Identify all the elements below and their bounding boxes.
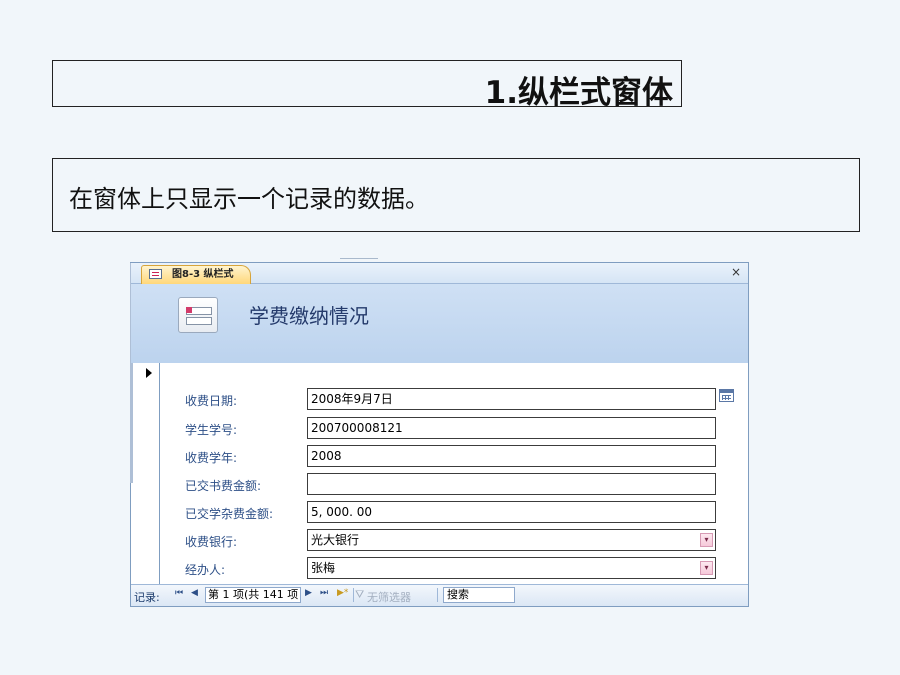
form-header: 学费缴纳情况	[131, 284, 748, 363]
slide-description-box: 在窗体上只显示一个记录的数据。	[52, 158, 860, 232]
payment-date-field[interactable]: 2008年9月7日	[307, 388, 716, 410]
student-id-field[interactable]: 200700008121	[307, 417, 716, 439]
next-record-icon[interactable]: ▶	[305, 588, 312, 598]
form-icon	[178, 297, 218, 333]
field-label: 收费学年:	[185, 451, 238, 465]
form-tab-icon	[149, 269, 162, 279]
form-tab-label: 图8-3 纵栏式	[172, 269, 234, 280]
field-label: 已交书费金额:	[185, 479, 262, 493]
field-label: 收费银行:	[185, 535, 238, 549]
field-label: 收费日期:	[185, 394, 238, 408]
record-navigation-bar: 记录: ⏮ ◀ 第 1 项(共 141 项 ▶ ⏭ ▶* ⛛ 无筛选器 搜索	[131, 584, 748, 606]
filter-icon[interactable]: ⛛	[355, 588, 364, 602]
record-selector-icon	[146, 368, 152, 378]
handler-value: 张梅	[311, 561, 336, 575]
slide-description: 在窗体上只显示一个记录的数据。	[69, 185, 429, 213]
tuition-fee-field[interactable]: 5, 000. 00	[307, 501, 716, 523]
search-input[interactable]: 搜索	[443, 587, 515, 603]
close-icon[interactable]: ×	[731, 265, 741, 279]
chevron-down-icon[interactable]: ▾	[700, 561, 713, 575]
chevron-down-icon[interactable]: ▾	[700, 533, 713, 547]
field-label: 已交学杂费金额:	[185, 507, 274, 521]
nav-divider	[353, 588, 354, 602]
bank-value: 光大银行	[311, 533, 360, 547]
decorative-line	[340, 258, 378, 259]
first-record-icon[interactable]: ⏮	[175, 588, 183, 598]
new-record-icon[interactable]: ▶*	[337, 588, 348, 598]
calendar-icon[interactable]	[719, 389, 734, 402]
payment-year-field[interactable]: 2008	[307, 445, 716, 467]
access-form-window: 图8-3 纵栏式 × 学费缴纳情况 收费日期: 2008年9月7日 学生学号: …	[130, 262, 749, 607]
field-label: 经办人:	[185, 563, 226, 577]
nav-divider	[437, 588, 438, 602]
filter-status[interactable]: 无筛选器	[367, 589, 411, 605]
field-label: 学生学号:	[185, 423, 238, 437]
last-record-icon[interactable]: ⏭	[320, 588, 328, 598]
slide-title: 1.纵栏式窗体	[484, 75, 673, 111]
book-fee-field[interactable]	[307, 473, 716, 495]
handler-combobox[interactable]: 张梅 ▾	[307, 557, 716, 579]
current-record-input[interactable]: 第 1 项(共 141 项	[205, 587, 301, 603]
form-header-title: 学费缴纳情况	[249, 304, 369, 328]
document-tab-bar: 图8-3 纵栏式 ×	[131, 263, 748, 284]
record-selector[interactable]	[143, 363, 160, 585]
records-label: 记录:	[134, 591, 160, 604]
bank-combobox[interactable]: 光大银行 ▾	[307, 529, 716, 551]
form-document-tab[interactable]: 图8-3 纵栏式	[141, 265, 251, 284]
previous-record-icon[interactable]: ◀	[191, 588, 198, 598]
slide-title-box: 1.纵栏式窗体	[52, 60, 682, 111]
